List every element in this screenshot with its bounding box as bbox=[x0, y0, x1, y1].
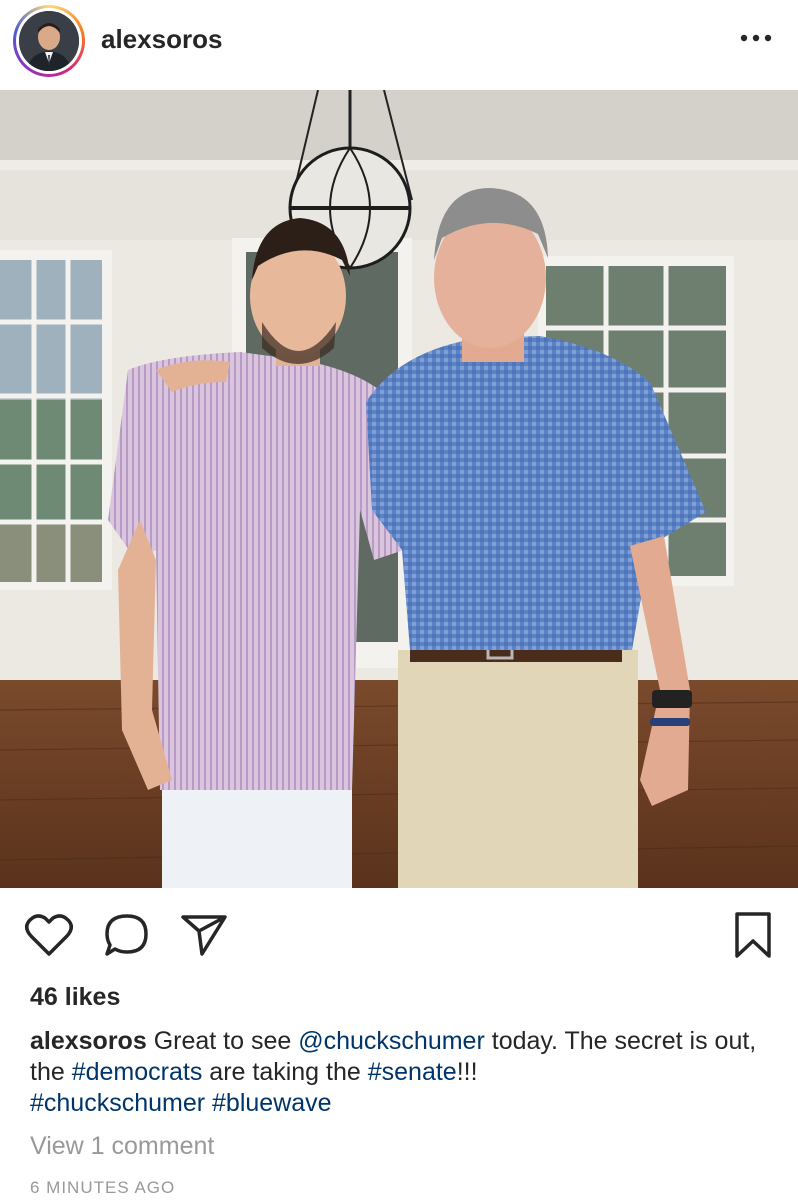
post-username[interactable]: alexsoros bbox=[101, 24, 222, 55]
caption-username[interactable]: alexsoros bbox=[30, 1027, 147, 1055]
caption-text: Great to see bbox=[153, 1027, 292, 1055]
caption-text: !!! bbox=[456, 1058, 478, 1086]
hashtag-link[interactable]: #chuckschumer bbox=[30, 1089, 205, 1117]
left-window bbox=[0, 250, 112, 590]
likes-count[interactable]: 46 likes bbox=[30, 983, 120, 1012]
caption-text: are taking the bbox=[209, 1058, 361, 1086]
avatar bbox=[19, 11, 79, 71]
post-header: alexsoros bbox=[0, 0, 798, 88]
post-photo[interactable] bbox=[0, 90, 798, 888]
bookmark-icon[interactable] bbox=[733, 910, 773, 967]
hashtag-link[interactable]: #bluewave bbox=[212, 1089, 332, 1117]
comment-bubble-icon[interactable] bbox=[103, 912, 153, 963]
post-timestamp: 6 MINUTES AGO bbox=[30, 1178, 176, 1197]
paper-plane-icon[interactable] bbox=[180, 912, 230, 963]
mention-link[interactable]: @chuckschumer bbox=[298, 1027, 485, 1055]
view-comments-link[interactable]: View 1 comment bbox=[30, 1132, 214, 1161]
more-horizontal-icon[interactable] bbox=[738, 28, 774, 48]
hashtag-link[interactable]: #senate bbox=[368, 1058, 457, 1086]
post-caption: alexsoros Great to see @chuckschumer tod… bbox=[30, 1026, 770, 1119]
post-actions bbox=[0, 900, 798, 970]
heart-icon[interactable] bbox=[24, 912, 74, 963]
avatar-story-ring[interactable] bbox=[13, 5, 85, 77]
hashtag-link[interactable]: #democrats bbox=[72, 1058, 203, 1086]
